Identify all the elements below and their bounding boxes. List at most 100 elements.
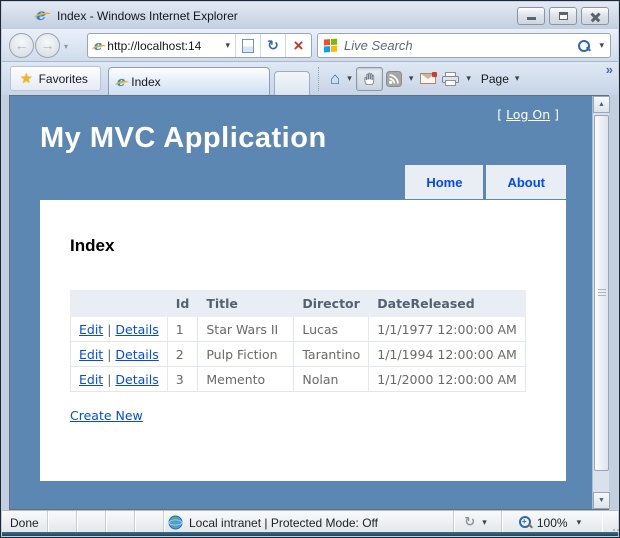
logon-open-bracket: [ <box>497 107 502 122</box>
tab-bar: ★ Favorites e Index ⌂ ▾ ▾ ▾ Page <box>2 62 618 95</box>
zoom-dropdown[interactable]: ▾ <box>573 517 586 528</box>
home-button[interactable]: ⌂ <box>327 67 343 91</box>
feeds-dropdown[interactable]: ▾ <box>405 73 418 84</box>
hand-tool-button[interactable] <box>356 67 383 91</box>
header-title: Title <box>198 291 294 317</box>
zoom-control[interactable]: + 100% ▾ <box>502 511 602 534</box>
scroll-up-button[interactable]: ▲ <box>593 96 610 113</box>
edit-link[interactable]: Edit <box>79 322 103 337</box>
index-heading: Index <box>70 236 536 256</box>
details-link[interactable]: Details <box>115 372 158 387</box>
cell-date-released: 1/1/2000 12:00:00 AM <box>369 367 526 392</box>
cell-title: Pulp Fiction <box>198 342 294 367</box>
protected-mode-icon[interactable]: ↻ <box>464 515 475 530</box>
zoom-level: 100% <box>537 516 568 530</box>
page-menu-button[interactable]: Page ▾ <box>475 72 526 86</box>
cell-date-released: 1/1/1977 12:00:00 AM <box>369 317 526 342</box>
navigation-bar: ← → ▾ e ▾ ↻ × ▾ <box>2 29 618 62</box>
hand-icon <box>362 71 377 87</box>
favorites-label: Favorites <box>39 72 88 86</box>
logon-area: [ Log On ] <box>497 107 559 122</box>
edit-link[interactable]: Edit <box>79 347 103 362</box>
favorites-button[interactable]: ★ Favorites <box>10 66 101 91</box>
back-button[interactable]: ← <box>9 33 34 58</box>
status-segment <box>77 511 106 534</box>
table-row: Edit | Details 2 Pulp Fiction Tarantino … <box>71 342 526 367</box>
title-bar[interactable]: e Index - Windows Internet Explorer <box>2 2 618 29</box>
compatibility-view-button[interactable] <box>236 34 261 57</box>
search-icon[interactable] <box>577 39 591 53</box>
resize-grip-icon[interactable] <box>613 529 615 531</box>
favorites-star-icon: ★ <box>20 70 33 87</box>
search-input[interactable] <box>344 38 577 53</box>
print-dropdown[interactable]: ▾ <box>462 73 475 84</box>
home-dropdown[interactable]: ▾ <box>343 73 356 84</box>
details-link[interactable]: Details <box>115 322 158 337</box>
scroll-up-icon: ▲ <box>598 101 605 108</box>
action-separator: | <box>107 372 111 387</box>
toolbar-overflow-chevron[interactable]: » <box>606 62 613 77</box>
refresh-icon: ↻ <box>267 38 279 54</box>
printer-icon <box>442 72 459 86</box>
table-row: Edit | Details 1 Star Wars II Lucas 1/1/… <box>71 317 526 342</box>
minimize-button[interactable] <box>517 7 545 25</box>
status-segment <box>48 511 77 534</box>
tab-favicon: e <box>117 75 125 89</box>
restore-button[interactable] <box>549 7 577 25</box>
details-link[interactable]: Details <box>115 347 158 362</box>
browser-window: e Index - Windows Internet Explorer ← → … <box>0 0 620 538</box>
window-title: Index - Windows Internet Explorer <box>57 9 238 23</box>
tab-index[interactable]: e Index <box>108 67 270 95</box>
recent-pages-dropdown[interactable]: ▾ <box>64 42 68 51</box>
log-on-link[interactable]: Log On <box>506 107 550 122</box>
web-page: [ Log On ] My MVC Application Home About… <box>10 96 593 509</box>
forward-button[interactable]: → <box>35 33 60 58</box>
security-zone-cell: Local intranet | Protected Mode: Off <box>164 511 454 534</box>
refresh-button[interactable]: ↻ <box>261 34 286 57</box>
stop-button[interactable]: × <box>286 34 311 57</box>
cell-id: 1 <box>167 317 198 342</box>
status-text: Done <box>2 511 48 534</box>
zoom-icon: + <box>519 516 532 529</box>
window-controls <box>517 7 609 25</box>
scroll-down-icon: ▼ <box>598 497 605 504</box>
cell-id: 2 <box>167 342 198 367</box>
scroll-down-button[interactable]: ▼ <box>593 492 610 509</box>
create-new-link[interactable]: Create New <box>70 408 143 423</box>
search-box: ▾ <box>317 33 611 58</box>
address-dropdown[interactable]: ▾ <box>220 34 236 57</box>
page-icon: e <box>94 39 102 53</box>
scrollbar-thumb[interactable] <box>594 115 609 471</box>
row-actions: Edit | Details <box>71 317 168 342</box>
read-mail-button[interactable] <box>417 67 439 91</box>
intranet-globe-icon <box>168 515 183 530</box>
new-tab-button[interactable] <box>274 71 310 95</box>
feeds-button[interactable] <box>383 67 405 91</box>
page-title: My MVC Application <box>40 122 327 155</box>
tab-about[interactable]: About <box>486 165 566 199</box>
stop-icon: × <box>294 37 304 54</box>
tab-title: Index <box>131 75 160 89</box>
security-dropdown[interactable]: ▾ <box>478 517 491 528</box>
table-header-row: Id Title Director DateReleased <box>71 291 526 317</box>
minimize-icon <box>527 17 536 20</box>
print-button[interactable] <box>439 67 462 91</box>
forward-icon: → <box>41 37 55 53</box>
search-options-dropdown[interactable]: ▾ <box>597 40 610 51</box>
browser-viewport: [ Log On ] My MVC Application Home About… <box>9 95 609 510</box>
row-actions: Edit | Details <box>71 342 168 367</box>
chevron-down-icon: ▾ <box>511 73 524 84</box>
home-icon: ⌂ <box>330 70 340 87</box>
close-button[interactable] <box>581 7 609 25</box>
address-input[interactable] <box>107 39 220 53</box>
chevron-down-icon: ▾ <box>599 40 604 50</box>
tab-home[interactable]: Home <box>405 165 483 199</box>
vertical-scrollbar[interactable]: ▲ ▼ <box>592 96 609 509</box>
edit-link[interactable]: Edit <box>79 372 103 387</box>
row-actions: Edit | Details <box>71 367 168 392</box>
cell-director: Tarantino <box>294 342 369 367</box>
header-actions <box>71 291 168 317</box>
status-bar: Done Local intranet | Protected Mode: Of… <box>2 510 618 534</box>
restore-icon <box>559 12 568 20</box>
window-bottom-frame <box>2 532 618 536</box>
